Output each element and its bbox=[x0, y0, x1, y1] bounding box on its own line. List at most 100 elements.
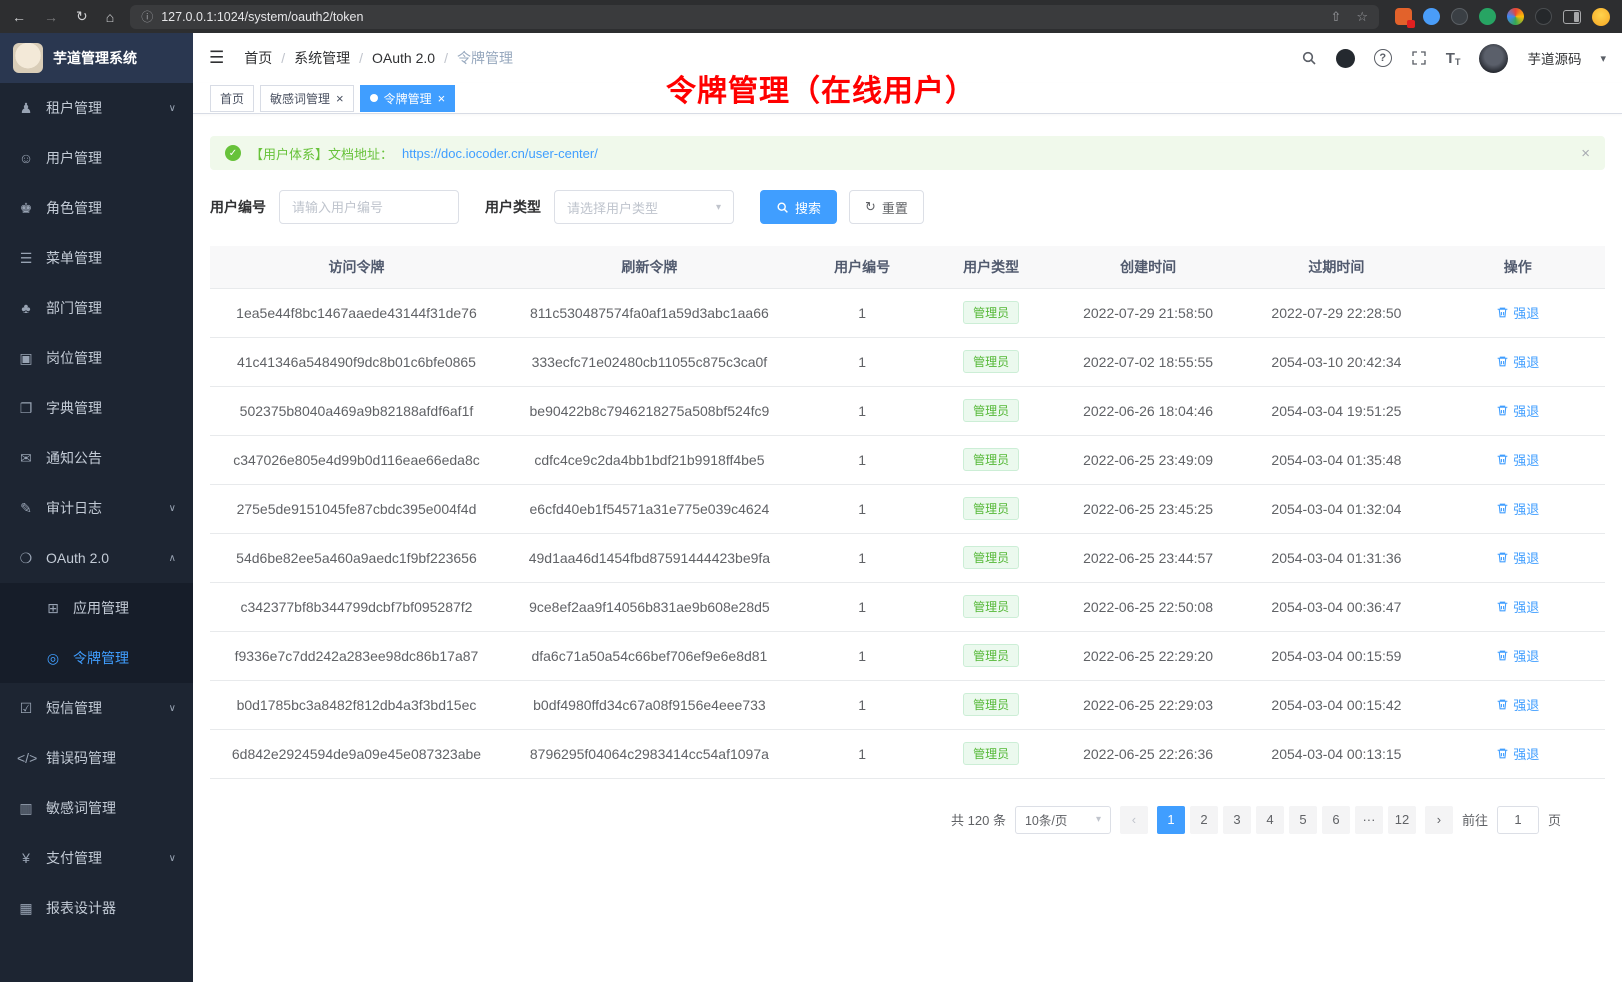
action-cell: 强退 bbox=[1431, 729, 1605, 778]
force-logout-button[interactable]: 强退 bbox=[1496, 401, 1539, 420]
sidebar-item[interactable]: ☑ 短信管理 ∨ bbox=[0, 683, 193, 733]
browser-home-icon[interactable]: ⌂ bbox=[106, 9, 114, 25]
force-logout-button[interactable]: 强退 bbox=[1496, 303, 1539, 322]
address-bar[interactable]: ⓘ 127.0.0.1:1024/system/oauth2/token ⇧ ☆ bbox=[130, 5, 1379, 29]
menu-item-icon: ▥ bbox=[17, 800, 35, 817]
page-tab[interactable]: 敏感词管理 × bbox=[260, 85, 354, 112]
tab-close-icon[interactable]: × bbox=[438, 92, 446, 105]
refresh-token-cell: be90422b8c7946218275a508bf524fc9 bbox=[503, 386, 796, 435]
page-number-button[interactable]: 2 bbox=[1190, 806, 1218, 834]
sidebar-item[interactable]: ✉ 通知公告 bbox=[0, 433, 193, 483]
goto-page-input[interactable] bbox=[1497, 806, 1539, 834]
force-logout-icon bbox=[1496, 600, 1509, 613]
collapse-sidebar-icon[interactable]: ☰ bbox=[209, 48, 224, 68]
force-logout-button[interactable]: 强退 bbox=[1496, 646, 1539, 665]
page-info-icon[interactable]: ⓘ bbox=[141, 8, 153, 25]
menu-item-label: 用户管理 bbox=[46, 148, 102, 168]
sidebar-item[interactable]: ♟ 租户管理 ∨ bbox=[0, 83, 193, 133]
extension-icon-rainbow[interactable] bbox=[1507, 8, 1524, 25]
extension-icon-green[interactable] bbox=[1479, 8, 1496, 25]
page-number-button[interactable]: 12 bbox=[1388, 806, 1416, 834]
sidebar-item[interactable]: ⊞ 应用管理 bbox=[0, 583, 193, 633]
sidebar-item[interactable]: ☰ 菜单管理 bbox=[0, 233, 193, 283]
force-logout-button[interactable]: 强退 bbox=[1496, 597, 1539, 616]
sidebar-item[interactable]: ❍ OAuth 2.0 ∧ bbox=[0, 533, 193, 583]
github-icon[interactable] bbox=[1336, 49, 1355, 68]
page-number-button[interactable]: 6 bbox=[1322, 806, 1350, 834]
extension-icon-dark[interactable] bbox=[1451, 8, 1468, 25]
force-logout-icon bbox=[1496, 649, 1509, 662]
page-tab[interactable]: 令牌管理 × bbox=[360, 85, 456, 112]
sidebar-item[interactable]: </> 错误码管理 bbox=[0, 733, 193, 783]
bookmark-star-icon[interactable]: ☆ bbox=[1356, 9, 1368, 25]
expire-time-cell: 2054-03-04 19:51:25 bbox=[1242, 386, 1430, 435]
sidebar-item[interactable]: ♣ 部门管理 bbox=[0, 283, 193, 333]
font-size-icon[interactable]: TT bbox=[1446, 50, 1461, 67]
page-number-button[interactable]: 4 bbox=[1256, 806, 1284, 834]
menu-item-icon: ❍ bbox=[17, 550, 35, 567]
breadcrumb-item[interactable]: 系统管理 bbox=[272, 48, 350, 68]
extension-icon-blue[interactable] bbox=[1423, 8, 1440, 25]
sidebar-item[interactable]: ✎ 审计日志 ∨ bbox=[0, 483, 193, 533]
sidebar-item[interactable]: ¥ 支付管理 ∨ bbox=[0, 833, 193, 883]
user-name[interactable]: 芋道源码 bbox=[1527, 48, 1581, 68]
help-icon[interactable]: ? bbox=[1374, 49, 1392, 67]
user-id-input[interactable] bbox=[279, 190, 459, 224]
fullscreen-icon[interactable] bbox=[1411, 50, 1427, 66]
page-number-button[interactable]: 3 bbox=[1223, 806, 1251, 834]
extension-icon-orange[interactable] bbox=[1395, 8, 1412, 25]
chevron-icon: ∨ bbox=[169, 503, 176, 514]
force-logout-icon bbox=[1496, 453, 1509, 466]
user-avatar[interactable] bbox=[1479, 44, 1508, 73]
menu-item-label: 菜单管理 bbox=[46, 248, 102, 268]
browser-forward-icon[interactable]: → bbox=[44, 9, 58, 25]
browser-reload-icon[interactable]: ↻ bbox=[76, 8, 88, 25]
page-tab[interactable]: 首页 × bbox=[210, 85, 254, 112]
force-logout-button[interactable]: 强退 bbox=[1496, 352, 1539, 371]
access-token-cell: c347026e805e4d99b0d116eae66eda8c bbox=[210, 435, 503, 484]
reset-button[interactable]: ↻ 重置 bbox=[849, 190, 924, 224]
page-number-button[interactable]: 1 bbox=[1157, 806, 1185, 834]
page-size-select[interactable]: 10条/页 ▾ bbox=[1015, 806, 1111, 834]
menu-item-label: 支付管理 bbox=[46, 848, 102, 868]
extension-icon-gray[interactable] bbox=[1535, 8, 1552, 25]
force-logout-button[interactable]: 强退 bbox=[1496, 499, 1539, 518]
search-button[interactable]: 搜索 bbox=[760, 190, 837, 224]
breadcrumb-item[interactable]: OAuth 2.0 bbox=[350, 50, 435, 66]
prev-page-button[interactable]: ‹ bbox=[1120, 806, 1148, 834]
user-menu-caret-icon[interactable]: ▾ bbox=[1600, 52, 1606, 65]
user-type-badge: 管理员 bbox=[963, 546, 1019, 569]
force-logout-button[interactable]: 强退 bbox=[1496, 450, 1539, 469]
sidebar-item[interactable]: ◎ 令牌管理 bbox=[0, 633, 193, 683]
sidebar-item[interactable]: ▣ 岗位管理 bbox=[0, 333, 193, 383]
menu-item-label: 岗位管理 bbox=[46, 348, 102, 368]
sidebar-panel-icon[interactable] bbox=[1563, 10, 1581, 24]
next-page-button[interactable]: › bbox=[1425, 806, 1453, 834]
sidebar-item[interactable]: ♚ 角色管理 bbox=[0, 183, 193, 233]
force-logout-button[interactable]: 强退 bbox=[1496, 744, 1539, 763]
sidebar-item[interactable]: ☺ 用户管理 bbox=[0, 133, 193, 183]
sidebar-item[interactable]: ▥ 敏感词管理 bbox=[0, 783, 193, 833]
page-number-button[interactable]: 5 bbox=[1289, 806, 1317, 834]
alert-doc-link[interactable]: https://doc.iocoder.cn/user-center/ bbox=[402, 146, 598, 161]
force-logout-button[interactable]: 强退 bbox=[1496, 548, 1539, 567]
user-type-select[interactable]: 请选择用户类型 ▾ bbox=[554, 190, 734, 224]
action-cell: 强退 bbox=[1431, 484, 1605, 533]
sidebar-item[interactable]: ▦ 报表设计器 bbox=[0, 883, 193, 933]
force-logout-icon bbox=[1496, 306, 1509, 319]
tab-close-icon[interactable]: × bbox=[336, 92, 344, 105]
search-icon[interactable] bbox=[1301, 50, 1317, 66]
browser-profile-avatar[interactable] bbox=[1592, 8, 1610, 26]
user-type-placeholder: 请选择用户类型 bbox=[567, 198, 658, 217]
alert-close-icon[interactable]: × bbox=[1581, 145, 1590, 162]
page-number-button[interactable]: ··· bbox=[1355, 806, 1383, 834]
breadcrumb-item[interactable]: 令牌管理 bbox=[435, 48, 513, 68]
sidebar-item[interactable]: ❐ 字典管理 bbox=[0, 383, 193, 433]
browser-back-icon[interactable]: ← bbox=[12, 9, 26, 25]
force-logout-button[interactable]: 强退 bbox=[1496, 695, 1539, 714]
breadcrumb-item[interactable]: 首页 bbox=[244, 48, 272, 68]
action-cell: 强退 bbox=[1431, 631, 1605, 680]
menu-item-label: 部门管理 bbox=[46, 298, 102, 318]
share-icon[interactable]: ⇧ bbox=[1330, 9, 1341, 25]
user-type-cell: 管理员 bbox=[928, 435, 1054, 484]
